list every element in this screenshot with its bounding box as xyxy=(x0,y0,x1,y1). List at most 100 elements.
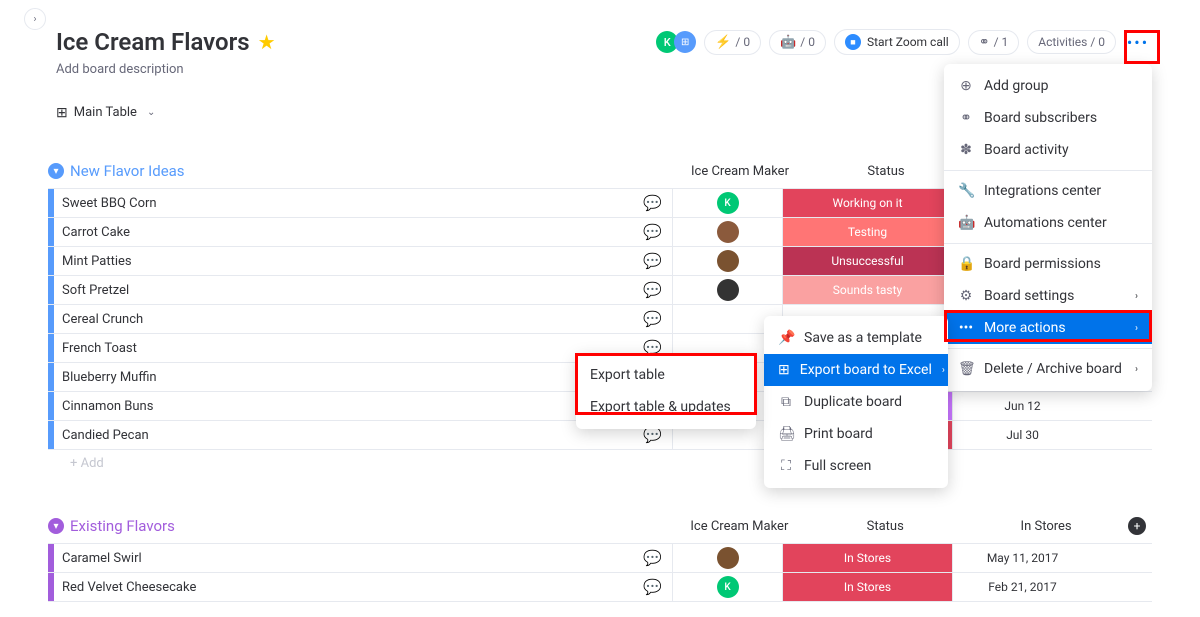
bolt-icon: ⚡ xyxy=(715,35,731,50)
copy-icon: ⧉ xyxy=(778,394,794,410)
date-cell[interactable]: Jun 12 xyxy=(952,392,1092,420)
maker-cell[interactable]: K xyxy=(672,189,782,217)
menu-delete-archive[interactable]: 🗑Delete / Archive board› xyxy=(944,353,1152,385)
board-owners[interactable]: K ⊞ xyxy=(656,31,696,53)
column-header-status[interactable]: Status xyxy=(800,519,970,534)
video-icon: ■ xyxy=(845,34,861,50)
robot-icon: 🤖 xyxy=(958,215,974,231)
avatar-icon: ⊞ xyxy=(674,31,696,53)
table-row[interactable]: Caramel Swirl💬 In StoresMay 11, 2017 xyxy=(48,543,1152,573)
column-header-maker[interactable]: Ice Cream Maker xyxy=(684,519,794,534)
plus-circle-icon: ⊕ xyxy=(958,78,974,94)
avatar xyxy=(717,250,739,272)
print-icon: 🖨 xyxy=(778,426,794,442)
more-actions-menu: 📌Save as a template ⊞Export board to Exc… xyxy=(764,316,948,488)
people-icon: ⚭ xyxy=(958,110,974,126)
maker-cell[interactable] xyxy=(672,544,782,572)
chat-icon[interactable]: 💬 xyxy=(643,252,662,270)
chat-icon[interactable]: 💬 xyxy=(643,223,662,241)
add-column-button[interactable]: + xyxy=(1122,517,1152,535)
table-row[interactable]: Red Velvet Cheesecake💬 K In StoresFeb 21, … xyxy=(48,573,1152,602)
chat-icon[interactable]: 💬 xyxy=(643,578,662,596)
lock-icon: 🔒 xyxy=(958,256,974,272)
item-name-cell[interactable]: Sweet BBQ Corn💬 xyxy=(54,189,672,217)
menu-add-group[interactable]: ⊕Add group xyxy=(944,70,1152,102)
members-button[interactable]: ⚭/ 1 xyxy=(968,30,1020,55)
item-name-cell[interactable]: Soft Pretzel💬 xyxy=(54,276,672,304)
add-item-row[interactable]: + Add xyxy=(48,450,1152,477)
item-name-cell[interactable]: Cereal Crunch💬 xyxy=(54,305,672,333)
expand-icon: ⛶ xyxy=(778,458,794,474)
menu-export-table[interactable]: Export table xyxy=(576,359,756,391)
status-cell[interactable]: Working on it xyxy=(782,189,952,217)
menu-export-table-updates[interactable]: Export table & updates xyxy=(576,391,756,423)
zoom-call-button[interactable]: ■Start Zoom call xyxy=(834,29,960,55)
status-cell[interactable]: In Stores xyxy=(782,544,952,572)
chevron-down-icon: ⌄ xyxy=(147,107,155,118)
table-icon: ⊞ xyxy=(56,105,68,121)
menu-activity[interactable]: ✽Board activity xyxy=(944,134,1152,166)
chevron-right-icon: › xyxy=(1135,364,1138,375)
collapse-icon[interactable]: ▾ xyxy=(48,518,64,534)
menu-duplicate[interactable]: ⧉Duplicate board xyxy=(764,386,948,418)
item-name-cell[interactable]: Red Velvet Cheesecake💬 xyxy=(54,573,672,601)
board-description[interactable]: Add board description xyxy=(56,62,276,77)
menu-subscribers[interactable]: ⚭Board subscribers xyxy=(944,102,1152,134)
board-title[interactable]: Ice Cream Flavors xyxy=(56,28,250,56)
avatar: K xyxy=(717,192,739,214)
item-name-cell[interactable]: Caramel Swirl💬 xyxy=(54,544,672,572)
avatar: K xyxy=(717,576,739,598)
menu-settings[interactable]: ⚙Board settings› xyxy=(944,280,1152,312)
expand-sidebar-button[interactable]: › xyxy=(24,8,46,30)
menu-export-excel[interactable]: ⊞Export board to Excel› xyxy=(764,354,948,386)
group-existing-flavors: ▾ Existing Flavors Ice Cream Maker Statu… xyxy=(48,513,1152,602)
group-title[interactable]: Existing Flavors xyxy=(70,517,175,535)
people-icon: ⚭ xyxy=(979,35,990,50)
menu-fullscreen[interactable]: ⛶Full screen xyxy=(764,450,948,482)
menu-integrations[interactable]: 🔧Integrations center xyxy=(944,175,1152,207)
gear-icon: ⚙ xyxy=(958,288,974,304)
collapse-icon[interactable]: ▾ xyxy=(48,163,64,179)
date-cell[interactable]: May 11, 2017 xyxy=(952,544,1092,572)
maker-cell[interactable]: K xyxy=(672,573,782,601)
wrench-icon: 🔧 xyxy=(958,183,974,199)
export-menu: Export table Export table & updates xyxy=(576,353,756,429)
chevron-right-icon: › xyxy=(942,365,945,376)
maker-cell[interactable] xyxy=(672,276,782,304)
group-title[interactable]: New Flavor Ideas xyxy=(70,162,185,180)
chat-icon[interactable]: 💬 xyxy=(643,281,662,299)
status-cell[interactable]: Unsuccessful xyxy=(782,247,952,275)
item-name-cell[interactable]: Mint Patties💬 xyxy=(54,247,672,275)
star-icon[interactable]: ★ xyxy=(258,30,276,54)
menu-automations[interactable]: 🤖Automations center xyxy=(944,207,1152,239)
excel-icon: ⊞ xyxy=(778,362,790,378)
menu-save-template[interactable]: 📌Save as a template xyxy=(764,322,948,354)
robot-icon: 🤖 xyxy=(780,35,796,50)
date-cell[interactable]: Jul 30 xyxy=(952,421,1092,449)
integrations-button[interactable]: 🤖/ 0 xyxy=(769,30,826,55)
chevron-right-icon: › xyxy=(1135,291,1138,302)
status-cell[interactable]: Sounds tasty xyxy=(782,276,952,304)
dots-icon: ••• xyxy=(958,320,974,336)
column-header-maker[interactable]: Ice Cream Maker xyxy=(685,164,795,179)
avatar xyxy=(717,547,739,569)
menu-more-actions[interactable]: •••More actions› xyxy=(944,312,1152,344)
menu-print[interactable]: 🖨Print board xyxy=(764,418,948,450)
status-cell[interactable]: In Stores xyxy=(782,573,952,601)
maker-cell[interactable] xyxy=(672,247,782,275)
chat-icon[interactable]: 💬 xyxy=(643,549,662,567)
menu-permissions[interactable]: 🔒Board permissions xyxy=(944,248,1152,280)
maker-cell[interactable] xyxy=(672,218,782,246)
avatar xyxy=(717,221,739,243)
automations-button[interactable]: ⚡/ 0 xyxy=(704,30,761,55)
chat-icon[interactable]: 💬 xyxy=(643,310,662,328)
status-cell[interactable]: Testing xyxy=(782,218,952,246)
date-cell[interactable]: Feb 21, 2017 xyxy=(952,573,1092,601)
activities-button[interactable]: Activities / 0 xyxy=(1027,30,1116,54)
avatar xyxy=(717,279,739,301)
more-menu-button[interactable]: ••• xyxy=(1124,28,1152,56)
chat-icon[interactable]: 💬 xyxy=(643,194,662,212)
view-selector[interactable]: ⊞ Main Table ⌄ xyxy=(56,105,155,121)
column-header-date[interactable]: In Stores xyxy=(976,519,1116,534)
item-name-cell[interactable]: Carrot Cake💬 xyxy=(54,218,672,246)
